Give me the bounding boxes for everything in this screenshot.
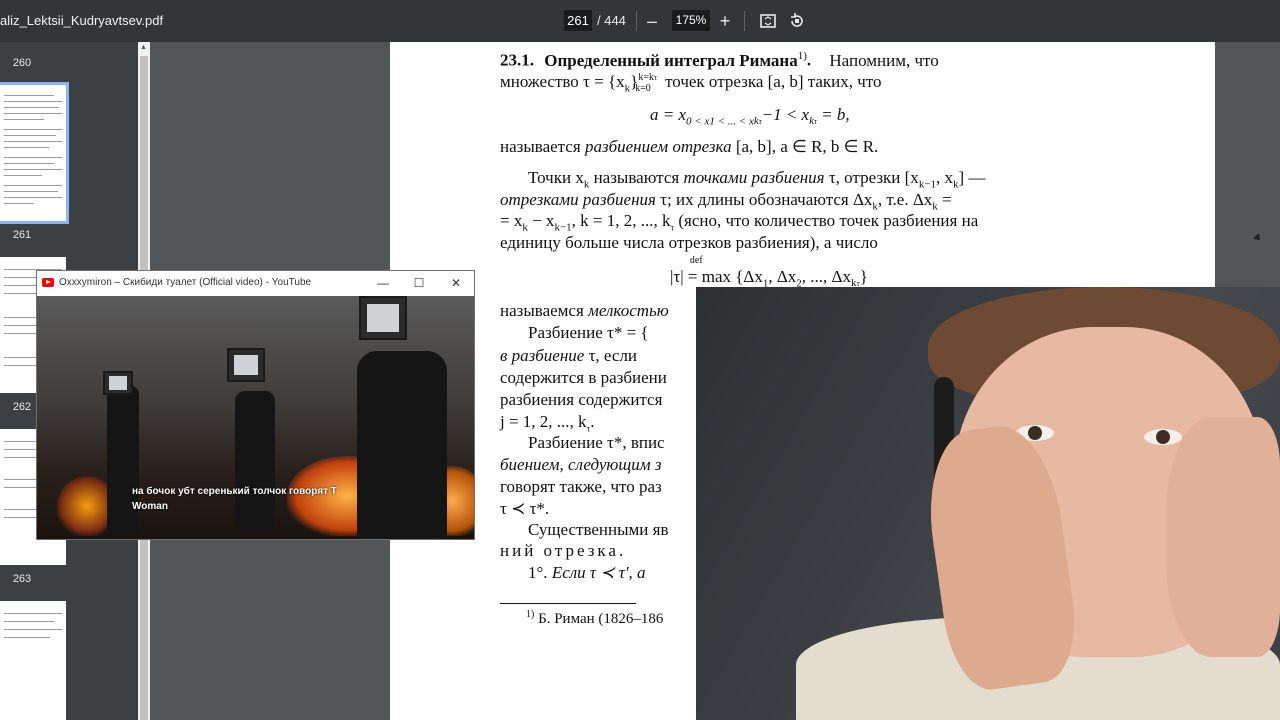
thumbnail-page[interactable] xyxy=(0,601,66,720)
fit-to-page-icon[interactable] xyxy=(758,11,778,31)
video-player[interactable]: на бочок убт серенький толчок говорят Т … xyxy=(37,296,474,539)
term-partition: разбиением отрезка xyxy=(584,137,732,156)
video-window-titlebar[interactable]: Oxxxymiron – Скибиди туалет (Official vi… xyxy=(37,271,474,296)
webcam-overlay xyxy=(696,287,1280,720)
text-line: говорят также, что раз xyxy=(500,477,662,496)
zoom-in-button[interactable]: + xyxy=(713,9,737,33)
youtube-logo-icon xyxy=(42,278,54,287)
scene-tv-head xyxy=(227,348,265,382)
zoom-level-input[interactable]: 175% xyxy=(672,10,710,31)
scene-figure xyxy=(235,391,275,531)
youtube-video-window[interactable]: Oxxxymiron – Скибиди туалет (Official vi… xyxy=(36,270,475,540)
eye xyxy=(1144,429,1182,445)
maximize-button[interactable]: ☐ xyxy=(410,274,428,292)
text-line: Существенными яв xyxy=(528,520,669,539)
page-total: / 444 xyxy=(597,13,626,28)
webcam-person-hand xyxy=(1166,417,1280,657)
footnote-divider xyxy=(500,603,636,604)
text-line: ний отрезка. xyxy=(500,541,627,560)
zoom-out-button[interactable]: – xyxy=(640,9,664,33)
thumbnail-page-number: 260 xyxy=(12,57,32,69)
thumbnail-page-number: 263 xyxy=(12,573,32,585)
text-line: называется xyxy=(500,137,581,156)
minimize-button[interactable]: — xyxy=(374,274,392,292)
scene-tv-head xyxy=(103,371,133,395)
text-line: точек отрезка [a, b] таких, что xyxy=(665,72,882,91)
term-segments: отрезками разбиения xyxy=(500,190,656,209)
text-line: биением, следующим з xyxy=(500,455,662,474)
text-line: Напомним, что xyxy=(829,50,939,70)
text-line: единицу больше числа отрезков разбиения)… xyxy=(500,233,878,252)
text-line: содержится в разбиени xyxy=(500,368,667,387)
video-caption: на бочок убт серенький толчок говорят Т xyxy=(132,486,337,497)
toolbar-divider xyxy=(636,11,637,31)
section-number: 23.1. xyxy=(500,50,534,70)
section-title: Определенный интеграл Римана xyxy=(544,50,798,70)
scene-tv-head xyxy=(359,296,407,340)
text-line: Разбиение τ*, впис xyxy=(528,433,665,452)
mouse-cursor-icon xyxy=(1253,233,1263,243)
scroll-up-arrow-icon[interactable]: ▲ xyxy=(140,44,147,51)
text-line: множество τ = {x xyxy=(500,72,625,91)
video-window-title: Oxxxymiron – Скибиди туалет (Official vi… xyxy=(59,277,312,288)
text-line: [a, b], a ∈ R, b ∈ R. xyxy=(735,137,879,156)
footnote: 1) Б. Риман (1826–186 xyxy=(526,609,664,627)
term-points: точками разбиения xyxy=(683,168,825,187)
scene-figure xyxy=(107,386,139,536)
thumbnail-page[interactable] xyxy=(0,82,69,224)
thumbnail-page-number: 261 xyxy=(12,229,32,241)
scene-figure xyxy=(357,351,447,539)
text-line: разбиения содержится xyxy=(500,390,663,409)
toolbar-divider xyxy=(744,11,745,31)
pdf-toolbar: aliz_Lektsii_Kudryavtsev.pdf 261 / 444 –… xyxy=(0,0,1280,42)
file-name: aliz_Lektsii_Kudryavtsev.pdf xyxy=(0,13,164,28)
text-line: Разбиение τ* = { xyxy=(528,323,649,342)
formula-partition: a = x0 < x1 < ... < xkτ−1 < xkτ = b, xyxy=(650,105,850,128)
page-number-input[interactable]: 261 xyxy=(564,10,592,31)
text-line: τ ≺ τ*. xyxy=(500,499,550,518)
rotate-icon[interactable] xyxy=(787,11,807,31)
close-button[interactable]: ✕ xyxy=(447,274,465,292)
video-caption: Woman xyxy=(132,501,168,512)
footnote-ref: 1) xyxy=(797,50,807,62)
